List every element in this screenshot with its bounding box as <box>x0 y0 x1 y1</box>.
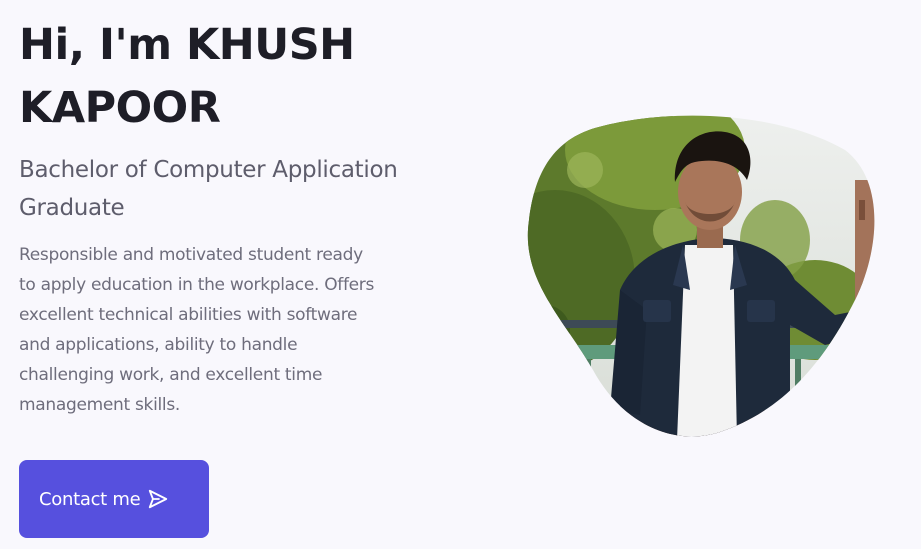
send-icon <box>147 488 169 510</box>
contact-me-label: Contact me <box>39 488 141 510</box>
hero-subtitle-line-1: Bachelor of Computer Application <box>19 157 398 183</box>
contact-me-button[interactable]: Contact me <box>19 460 209 538</box>
hero-section: Hi, I'm KHUSH KAPOOR Bachelor of Compute… <box>0 0 921 549</box>
description-line: excellent technical abilities with softw… <box>19 305 358 325</box>
hero-subtitle: Bachelor of Computer Application Graduat… <box>19 151 469 227</box>
description-line: challenging work, and excellent time <box>19 365 323 385</box>
hero-description: Responsible and motivated student ready … <box>19 240 459 420</box>
description-line: management skills. <box>19 395 181 415</box>
hero-subtitle-line-2: Graduate <box>19 195 125 221</box>
hero-title-line-1: Hi, I'm KHUSH <box>19 20 355 70</box>
description-line: and applications, ability to handle <box>19 335 298 355</box>
hero-title-line-2: KAPOOR <box>19 83 221 133</box>
description-line: to apply education in the workplace. Off… <box>19 275 375 295</box>
hero-title: Hi, I'm KHUSH KAPOOR <box>19 14 489 140</box>
description-line: Responsible and motivated student ready <box>19 245 363 265</box>
profile-photo <box>527 115 875 437</box>
